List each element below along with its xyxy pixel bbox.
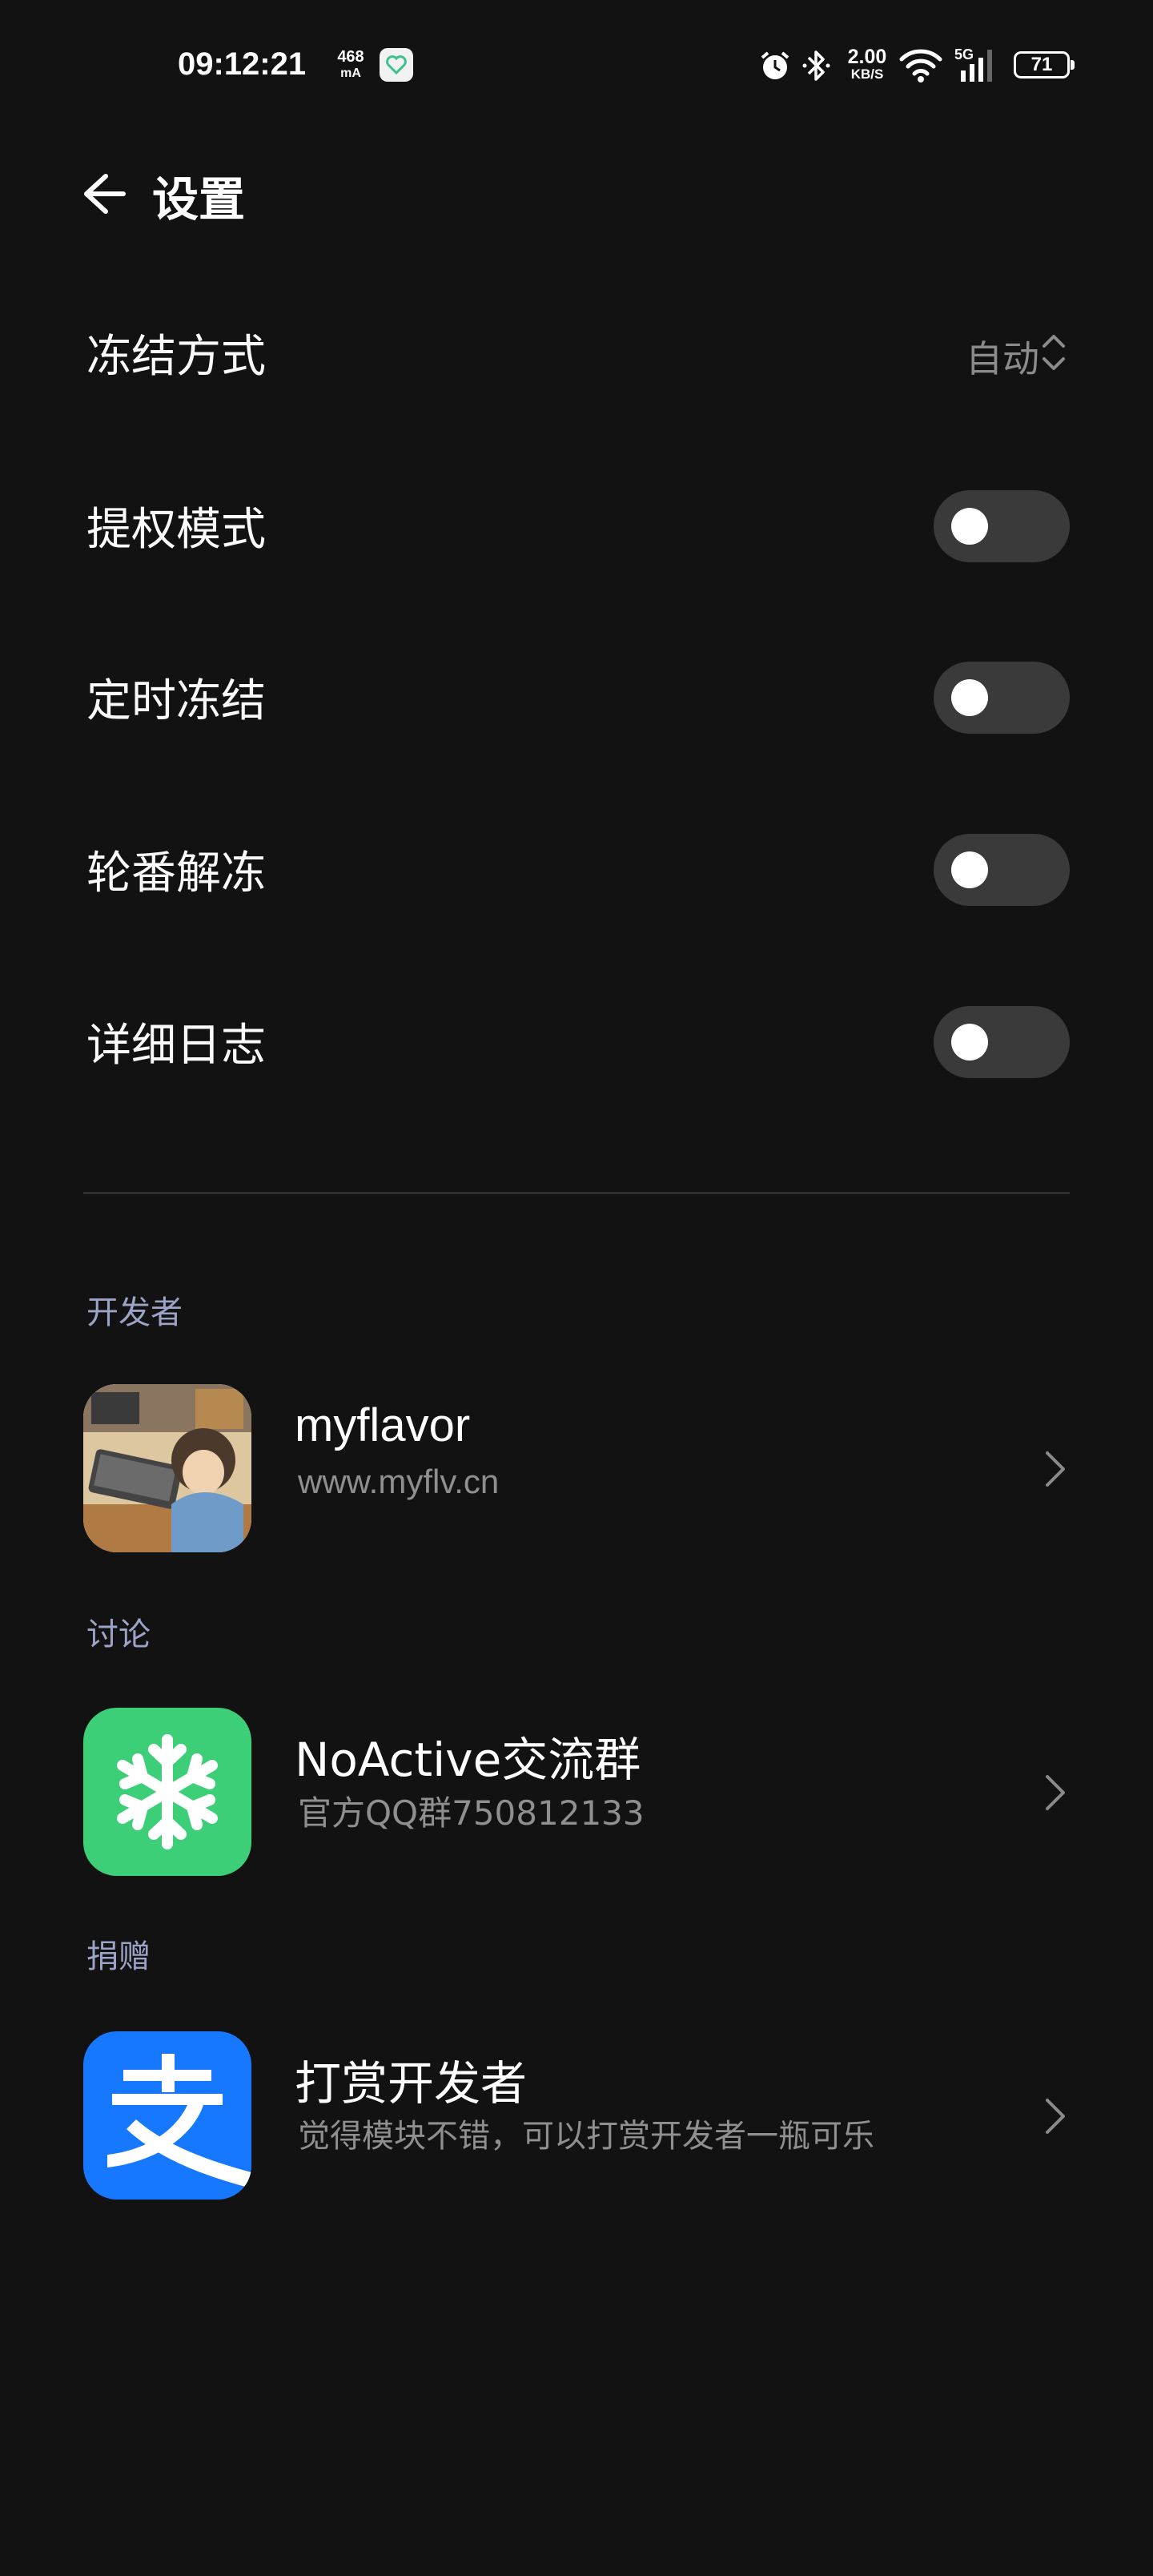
chevron-right-icon bbox=[1046, 1775, 1065, 1810]
bluetooth-icon bbox=[802, 50, 830, 81]
section-header-developer: 开发者 bbox=[86, 1294, 183, 1331]
freeze-mode-label: 冻结方式 bbox=[86, 331, 266, 383]
developer-avatar bbox=[83, 1384, 251, 1552]
battery-icon: 71 bbox=[1014, 51, 1075, 78]
discussion-row[interactable]: NoActive交流群 官方QQ群750812133 bbox=[0, 1708, 1153, 1884]
snowflake-app-icon bbox=[83, 1708, 251, 1876]
timed-freeze-label: 定时冻结 bbox=[86, 675, 266, 727]
net-speed: 2.00 KB/S bbox=[842, 46, 892, 83]
divider bbox=[83, 1192, 1070, 1194]
developer-website: www.myflv.cn bbox=[298, 1463, 500, 1500]
alipay-icon bbox=[83, 2031, 251, 2200]
heart-app-icon bbox=[380, 48, 413, 82]
discussion-title: NoActive交流群 bbox=[295, 1733, 641, 1787]
freeze-mode-row[interactable]: 冻结方式 自动 bbox=[0, 304, 1153, 400]
chevron-right-icon bbox=[1046, 1451, 1065, 1487]
developer-row[interactable]: myflavor www.myflv.cn bbox=[0, 1384, 1153, 1560]
verbose-log-label: 详细日志 bbox=[86, 1020, 266, 1072]
toggle-knob bbox=[951, 679, 988, 716]
freeze-mode-value: 自动 bbox=[966, 337, 1039, 380]
privilege-mode-label: 提权模式 bbox=[86, 504, 266, 556]
donate-row[interactable]: 打赏开发者 觉得模块不错，可以打赏开发者一瓶可乐 bbox=[0, 2031, 1153, 2208]
signal-icon bbox=[961, 50, 992, 82]
rotate-unfreeze-toggle[interactable] bbox=[934, 834, 1070, 906]
toggle-knob bbox=[951, 1024, 988, 1061]
current-value: 468 bbox=[337, 48, 364, 66]
section-header-donate: 捐赠 bbox=[86, 1938, 151, 1975]
donate-subtitle: 觉得模块不错，可以打赏开发者一瓶可乐 bbox=[298, 2118, 874, 2155]
current-indicator: 468 mA bbox=[335, 48, 367, 81]
privilege-mode-toggle[interactable] bbox=[934, 490, 1070, 562]
wifi-icon bbox=[899, 49, 942, 83]
toggle-knob bbox=[951, 508, 988, 545]
chevron-right-icon bbox=[1046, 2099, 1065, 2134]
rotate-unfreeze-label: 轮番解冻 bbox=[86, 847, 266, 900]
back-arrow-icon[interactable] bbox=[77, 168, 128, 219]
developer-name: myflavor bbox=[295, 1399, 471, 1451]
alarm-icon bbox=[761, 51, 789, 79]
toggle-knob bbox=[951, 851, 988, 888]
net-speed-value: 2.00 bbox=[847, 46, 887, 68]
current-unit: mA bbox=[340, 66, 361, 80]
up-down-chevron-icon bbox=[1043, 335, 1065, 370]
section-header-discussion: 讨论 bbox=[86, 1616, 151, 1653]
verbose-log-toggle[interactable] bbox=[934, 1006, 1070, 1078]
page-title: 设置 bbox=[152, 172, 246, 227]
net-speed-unit: KB/S bbox=[850, 66, 884, 82]
timed-freeze-toggle[interactable] bbox=[934, 662, 1070, 734]
status-time: 09:12:21 bbox=[178, 46, 307, 82]
donate-title: 打赏开发者 bbox=[295, 2056, 528, 2111]
discussion-subtitle: 官方QQ群750812133 bbox=[298, 1793, 645, 1833]
